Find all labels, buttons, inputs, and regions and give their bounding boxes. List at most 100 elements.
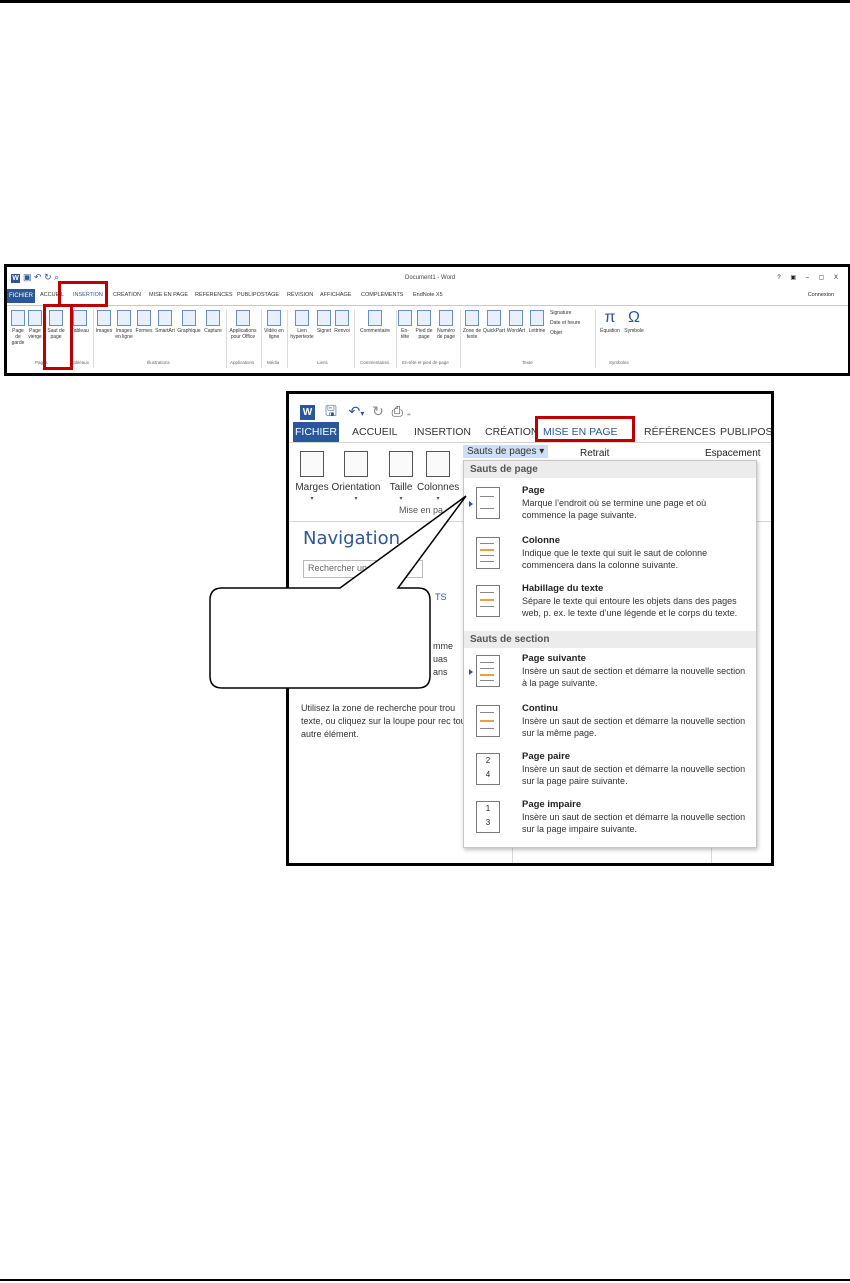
continuous-icon (476, 705, 500, 737)
menu-item-page[interactable]: Page Marque l’endroit où se termine une … (464, 483, 756, 529)
menu-item-continu[interactable]: Continu Insère un saut de section et dém… (464, 701, 756, 747)
smartart-button[interactable]: SmartArt (154, 308, 176, 334)
capture-button[interactable]: Capture (202, 308, 224, 334)
zone-de-texte-button[interactable]: Zone de texte (462, 308, 482, 340)
equation-button[interactable]: π Équation (597, 308, 623, 334)
wordart-icon (509, 310, 523, 326)
textbox-icon (465, 310, 479, 326)
top-rule (0, 0, 850, 3)
column-break-icon (476, 537, 500, 569)
separator (595, 310, 596, 368)
columns-icon (426, 451, 450, 477)
signet-button[interactable]: Signet (316, 308, 332, 334)
window-controls[interactable]: ? ▣ – ▢ X (777, 274, 842, 281)
orientation-button[interactable]: Orientation ▾ (329, 451, 383, 502)
menu-item-page-paire[interactable]: 24 Page paire Insère un saut de section … (464, 749, 756, 795)
sauts-de-pages-button[interactable]: Sauts de pages ▾ (463, 445, 549, 458)
comment-icon (368, 310, 382, 326)
ribbon-tabs: FICHIER ACCUEIL INSERTION CRÉATION MISE … (7, 289, 848, 303)
menu-item-colonne[interactable]: Colonne Indique que le texte qui suit le… (464, 533, 756, 579)
header-icon (398, 310, 412, 326)
formes-button[interactable]: Formes (135, 308, 153, 334)
navigation-search-input[interactable]: Rechercher un (303, 560, 423, 578)
images-button[interactable]: Images (95, 308, 113, 334)
video-en-ligne-button[interactable]: Vidéo en ligne (263, 308, 285, 340)
tab-affichage[interactable]: AFFICHAGE (320, 292, 351, 298)
en-tete-button[interactable]: En-tête (398, 308, 412, 340)
shapes-icon (137, 310, 151, 326)
lien-hypertexte-button[interactable]: Lien hypertexte (289, 308, 315, 340)
document-title: Document1 - Word (405, 275, 456, 281)
graphique-button[interactable]: Graphique (177, 308, 201, 334)
table-icon (73, 310, 87, 326)
undo-icon[interactable]: ↶ (349, 403, 361, 419)
separator (396, 310, 397, 368)
wordart-button[interactable]: WordArt (506, 308, 526, 334)
tab-creation[interactable]: CRÉATION (113, 292, 141, 298)
tab-fichier[interactable]: FICHIER (293, 422, 339, 442)
hyperlink-icon (295, 310, 309, 326)
insertion-ribbon-screenshot: W ▣ ↶ ↻ ⌕ Document1 - Word ? ▣ – ▢ X FICH… (4, 264, 850, 376)
group-en-tete-pied: En-tête et pied de page (402, 360, 449, 365)
tab-fichier[interactable]: FICHIER (7, 289, 35, 303)
save-icon[interactable]: ▣ (23, 272, 32, 282)
marges-button[interactable]: Marges ▾ (295, 451, 329, 502)
navigation-help-text: Utilisez la zone de recherche pour trou … (301, 703, 469, 739)
menu-item-habillage[interactable]: Habillage du texte Sépare le texte qui e… (464, 581, 756, 627)
save-icon[interactable]: 🖫 (325, 403, 337, 419)
taille-button[interactable]: Taille ▾ (385, 451, 417, 502)
tab-endnote[interactable]: EndNote X5 (413, 292, 443, 298)
page-break-icon (476, 487, 500, 519)
colonnes-button[interactable]: Colonnes ▾ (417, 451, 459, 502)
odd-page-icon: 13 (476, 801, 500, 833)
tab-creation[interactable]: CRÉATION (485, 426, 538, 438)
next-page-icon (476, 655, 500, 687)
divider (512, 846, 513, 863)
tab-insertion[interactable]: INSERTION (414, 426, 471, 438)
tab-complements[interactable]: COMPLÉMENTS (361, 292, 403, 298)
apps-icon (236, 310, 250, 326)
lettrine-button[interactable]: Lettrine (527, 308, 547, 334)
redo-icon[interactable]: ↻ (44, 272, 52, 282)
even-page-icon: 24 (476, 753, 500, 785)
retrait-label: Retrait (580, 448, 610, 459)
footer-icon (417, 310, 431, 326)
symbole-button[interactable]: Ω Symbole (623, 308, 645, 334)
smartart-icon (158, 310, 172, 326)
tab-publipostage[interactable]: PUBLIPOST (720, 426, 771, 438)
texte-small-buttons[interactable]: Signature Date et heure Objet (550, 308, 590, 338)
quickpart-button[interactable]: QuickPart (483, 308, 505, 334)
pied-de-page-button[interactable]: Pied de page (414, 308, 434, 340)
insertion-ribbon: Page de garde Page vierge Saut de page T… (7, 305, 848, 372)
nav-results-label: TS (435, 592, 447, 602)
group-tableaux: Tableaux (71, 360, 90, 365)
applications-button[interactable]: Applications pour Office (228, 308, 258, 340)
objet-button[interactable]: Objet (550, 328, 590, 338)
tab-references[interactable]: RÉFÉRENCES (195, 292, 233, 298)
group-media: Média (267, 360, 280, 365)
menu-item-page-impaire[interactable]: 13 Page impaire Insère un saut de sectio… (464, 797, 756, 843)
page-de-garde-button[interactable]: Page de garde (9, 308, 27, 346)
title-bar: W ▣ ↶ ↻ ⌕ Document1 - Word ? ▣ – ▢ X (7, 267, 848, 287)
commentaire-button[interactable]: Commentaire (356, 308, 394, 334)
renvoi-button[interactable]: Renvoi (333, 308, 351, 334)
signature-button[interactable]: Signature (550, 308, 590, 318)
tab-mise-en-page[interactable]: MISE EN PAGE (149, 292, 188, 298)
images-en-ligne-button[interactable]: Images en ligne (114, 308, 134, 340)
separator (460, 310, 461, 368)
redo-icon[interactable]: ↻ (372, 403, 384, 419)
date-heure-button[interactable]: Date et heure (550, 318, 590, 328)
tab-revision[interactable]: RÉVISION (287, 292, 313, 298)
divider (711, 846, 712, 863)
tab-publipostage[interactable]: PUBLIPOSTAGE (237, 292, 279, 298)
tab-references[interactable]: RÉFÉRENCES (644, 426, 716, 438)
blank-page-icon (28, 310, 42, 326)
page-vierge-button[interactable]: Page vierge (27, 308, 43, 340)
connexion-link[interactable]: Connexion (808, 292, 834, 298)
tab-accueil[interactable]: ACCUEIL (352, 426, 398, 438)
undo-icon[interactable]: ↶ (34, 272, 42, 282)
numero-de-page-button[interactable]: Numéro de page (435, 308, 457, 340)
menu-item-page-suivante[interactable]: Page suivante Insère un saut de section … (464, 651, 756, 697)
selected-arrow-icon (469, 669, 473, 675)
print-preview-icon[interactable]: ⎙ (392, 403, 403, 419)
